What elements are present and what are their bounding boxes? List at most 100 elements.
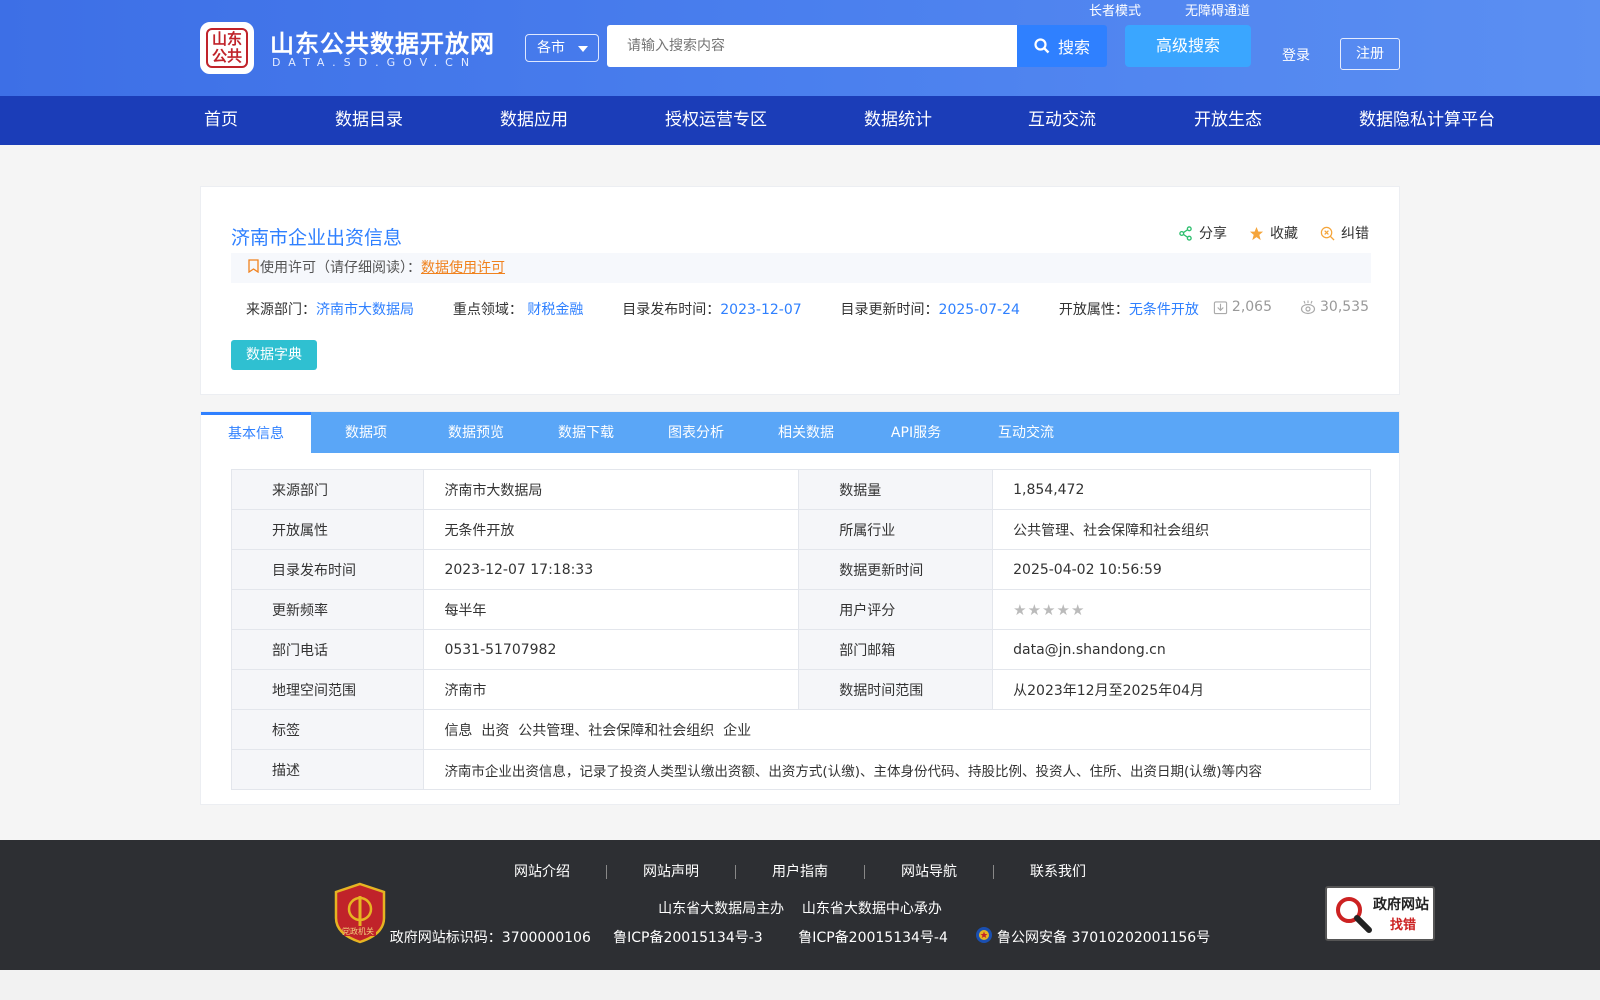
table-row: 更新频率 每半年 用户评分 ★★★★★ <box>230 589 1371 630</box>
tab-chart-analysis[interactable]: 图表分析 <box>641 412 751 453</box>
nav-item-privacy-computing[interactable]: 数据隐私计算平台 <box>1359 96 1495 145</box>
search-button[interactable]: 搜索 <box>1017 25 1107 67</box>
rating-star-icon[interactable]: ★ <box>1028 601 1041 619</box>
footer-host: 山东省大数据局主办 <box>658 901 785 917</box>
info-value: 无条件开放 <box>423 509 800 550</box>
search-button-label: 搜索 <box>1057 38 1090 57</box>
party-gov-badge-text: 党政机关 <box>342 927 374 936</box>
info-value: 2023-12-07 17:18:33 <box>423 549 800 590</box>
footer-links: 网站介绍 网站声明 用户指南 网站导航 联系我们 <box>0 864 1600 880</box>
nav-item-interaction[interactable]: 互动交流 <box>1028 96 1096 145</box>
favorite-label: 收藏 <box>1270 226 1298 242</box>
info-value: 2025-04-02 10:56:59 <box>992 549 1371 590</box>
footer-link-statement[interactable]: 网站声明 <box>607 865 736 879</box>
correct-label: 纠错 <box>1341 226 1369 242</box>
info-key: 数据量 <box>798 469 994 510</box>
dataset-title: 济南市企业出资信息 <box>231 227 403 249</box>
share-button[interactable]: 分享 <box>1178 223 1227 243</box>
meta-update-label: 目录更新时间： <box>840 302 939 318</box>
table-row: 来源部门 济南市大数据局 数据量 1,854,472 <box>230 469 1371 510</box>
register-button[interactable]: 注册 <box>1340 38 1400 70</box>
finder-sub: 找错 <box>1389 918 1416 933</box>
eye-icon <box>1300 300 1316 314</box>
footer-icp-2[interactable]: 鲁ICP备20015134号-4 <box>798 930 948 946</box>
rating-star-icon[interactable]: ★ <box>1071 601 1084 619</box>
correct-button[interactable]: 纠错 <box>1320 223 1369 243</box>
elder-mode-link[interactable]: 长者模式 <box>1089 0 1141 19</box>
license-link[interactable]: 数据使用许可 <box>421 260 505 276</box>
accessibility-link[interactable]: 无障碍通道 <box>1185 0 1250 19</box>
nav-item-ecosystem[interactable]: 开放生态 <box>1194 96 1262 145</box>
site-footer: 网站介绍 网站声明 用户指南 网站导航 联系我们 山东省大数据局主办 山东省大数据中心承… <box>0 840 1600 970</box>
finder-title: 政府网站 <box>1373 897 1429 913</box>
city-select[interactable]: 各市 <box>525 34 599 62</box>
download-count: 2,065 <box>1213 299 1272 315</box>
meta-domain-value[interactable]: 财税金融 <box>527 302 583 318</box>
top-links: 长者模式 无障碍通道 <box>1089 0 1250 19</box>
party-government-badge[interactable]: 党政机关 <box>333 882 387 944</box>
tab-api-service[interactable]: API服务 <box>861 412 971 453</box>
info-key: 部门邮箱 <box>798 629 994 670</box>
nav-item-authorized-ops[interactable]: 授权运营专区 <box>665 96 767 145</box>
license-prefix: 使用许可（请仔细阅读）： <box>260 260 421 276</box>
site-header: 长者模式 无障碍通道 山东 公共 山东公共数据开放网 DATA.SD.GOV.CN… <box>0 0 1600 96</box>
meta-source-label: 来源部门： <box>246 302 316 318</box>
meta-publish-label: 目录发布时间： <box>622 302 721 318</box>
meta-update-value: 2025-07-24 <box>938 302 1020 318</box>
footer-icp-1[interactable]: 鲁ICP备20015134号-3 <box>613 930 763 946</box>
tab-data-download[interactable]: 数据下载 <box>531 412 641 453</box>
user-rating: ★★★★★ <box>992 589 1371 630</box>
login-link[interactable]: 登录 <box>1282 45 1310 65</box>
tab-related-data[interactable]: 相关数据 <box>751 412 861 453</box>
tab-interaction[interactable]: 互动交流 <box>971 412 1081 453</box>
view-count-value: 30,535 <box>1320 299 1369 315</box>
footer-link-guide[interactable]: 用户指南 <box>736 865 865 879</box>
star-icon <box>1249 226 1264 240</box>
info-value-description: 济南市企业出资信息，记录了投资人类型认缴出资额、出资方式(认缴)、主体身份代码、… <box>423 749 1371 790</box>
nav-item-home[interactable]: 首页 <box>204 96 238 145</box>
correction-icon <box>1320 226 1335 241</box>
table-row: 目录发布时间 2023-12-07 17:18:33 数据更新时间 2025-0… <box>230 549 1371 590</box>
logo-seal-icon: 山东 公共 <box>206 28 248 68</box>
favorite-button[interactable]: 收藏 <box>1249 223 1298 243</box>
meta-source-value[interactable]: 济南市大数据局 <box>316 302 414 318</box>
table-row: 开放属性 无条件开放 所属行业 公共管理、社会保障和社会组织 <box>230 509 1371 550</box>
dataset-actions: 分享 收藏 纠错 <box>1178 223 1369 243</box>
info-value: 济南市大数据局 <box>423 469 800 510</box>
dataset-detail-panel: 基本信息 数据项 数据预览 数据下载 图表分析 相关数据 API服务 互动交流 … <box>200 411 1400 805</box>
info-key: 开放属性 <box>230 509 425 550</box>
info-value: 每半年 <box>423 589 800 630</box>
meta-open-label: 开放属性： <box>1058 302 1129 318</box>
tab-basic-info[interactable]: 基本信息 <box>201 412 311 453</box>
rating-star-icon[interactable]: ★ <box>1013 601 1026 619</box>
magnifier-icon <box>1336 897 1372 933</box>
download-count-value: 2,065 <box>1231 299 1272 315</box>
gov-site-error-finder[interactable]: 政府网站 找错 <box>1325 886 1435 941</box>
footer-link-about[interactable]: 网站介绍 <box>478 865 607 879</box>
nav-item-apps[interactable]: 数据应用 <box>500 96 568 145</box>
dataset-meta: 来源部门：济南市大数据局 重点领域： 财税金融 目录发布时间：2023-12-0… <box>246 299 1199 319</box>
tab-data-preview[interactable]: 数据预览 <box>421 412 531 453</box>
site-logo[interactable]: 山东 公共 <box>200 22 254 74</box>
advanced-search-button[interactable]: 高级搜索 <box>1125 25 1251 67</box>
search-input[interactable] <box>607 25 1017 67</box>
nav-item-catalog[interactable]: 数据目录 <box>335 96 403 145</box>
info-value: data@jn.shandong.cn <box>992 629 1371 670</box>
city-select-value: 各市 <box>537 40 565 56</box>
main-nav: 首页 数据目录 数据应用 授权运营专区 数据统计 互动交流 开放生态 数据隐私计… <box>0 96 1600 145</box>
rating-star-icon[interactable]: ★ <box>1056 601 1069 619</box>
download-icon <box>1213 300 1228 314</box>
police-emblem-icon <box>975 927 992 943</box>
info-key: 来源部门 <box>230 469 425 510</box>
tab-data-items[interactable]: 数据项 <box>311 412 421 453</box>
data-dictionary-button[interactable]: 数据字典 <box>231 340 317 370</box>
nav-item-statistics[interactable]: 数据统计 <box>864 96 932 145</box>
footer-undertake: 山东省大数据中心承办 <box>801 901 942 917</box>
footer-link-contact[interactable]: 联系我们 <box>994 865 1122 879</box>
chevron-down-icon <box>578 46 588 52</box>
footer-police-record[interactable]: 鲁公网安备 37010202001156号 <box>997 930 1210 946</box>
info-key: 数据更新时间 <box>798 549 994 590</box>
table-row: 部门电话 0531-51707982 部门邮箱 data@jn.shandong… <box>230 629 1371 670</box>
footer-link-sitemap[interactable]: 网站导航 <box>865 865 994 879</box>
rating-star-icon[interactable]: ★ <box>1042 601 1055 619</box>
